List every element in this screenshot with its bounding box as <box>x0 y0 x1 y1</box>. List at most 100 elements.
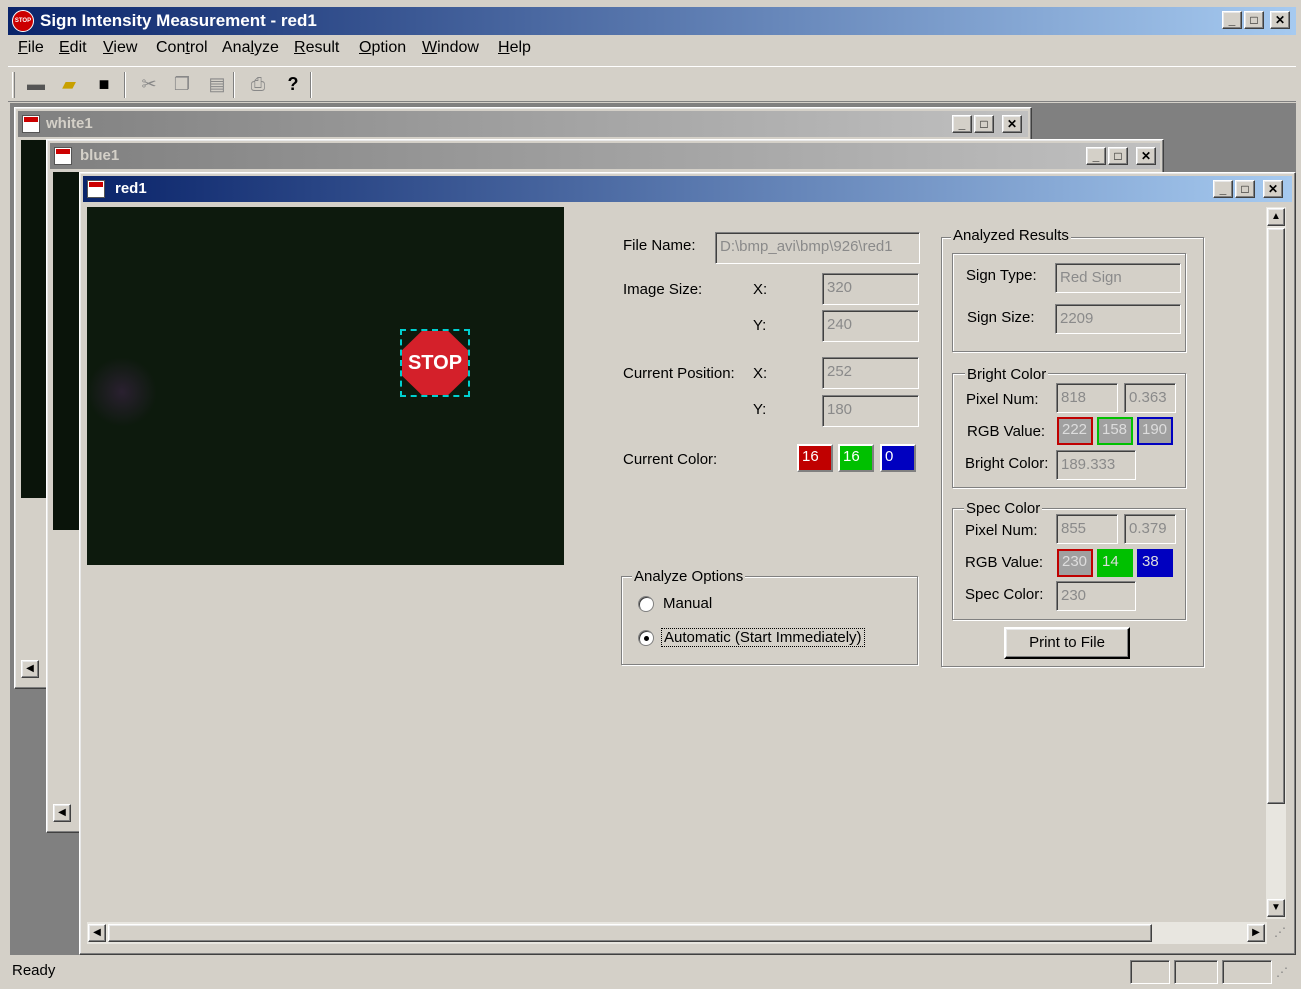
child-title-bar-red1[interactable]: red1 _ □ ✕ <box>83 176 1292 202</box>
menu-file[interactable]: File <box>18 39 44 57</box>
image-size-x-field[interactable]: 320 <box>822 273 919 305</box>
image-size-y-label: Y: <box>753 317 767 334</box>
analyze-options-title: Analyze Options <box>632 568 746 585</box>
help-question-icon[interactable]: ? <box>281 72 305 96</box>
open-folder-icon[interactable]: ▰ <box>57 72 81 96</box>
paste-icon[interactable]: ▤ <box>205 72 229 96</box>
blue1-image-area <box>53 172 79 530</box>
manual-label[interactable]: Manual <box>663 595 712 612</box>
bright-pixel-num-field[interactable]: 818 <box>1056 383 1118 413</box>
print-icon[interactable]: ⎙ <box>246 72 270 96</box>
minimize-button[interactable]: _ <box>1222 11 1242 29</box>
toolbar-separator <box>233 72 235 98</box>
bright-rgb-green: 158 <box>1097 417 1133 445</box>
menu-control[interactable]: Control <box>156 39 208 57</box>
toolbar-separator <box>124 72 126 98</box>
cut-icon[interactable]: ✂ <box>137 72 161 96</box>
menu-help[interactable]: Help <box>498 39 531 57</box>
close-button[interactable]: ✕ <box>1263 180 1283 198</box>
minimize-button[interactable]: _ <box>952 115 972 133</box>
scroll-left-button[interactable]: ◀ <box>21 660 39 678</box>
new-icon[interactable]: ▬ <box>24 72 48 96</box>
copy-icon[interactable]: ❐ <box>170 72 194 96</box>
child-title-red1: red1 <box>115 180 147 197</box>
child-title-white1: white1 <box>46 115 93 132</box>
child-title-bar-white1[interactable]: white1 _ □ ✕ <box>18 111 1028 137</box>
scroll-right-button[interactable]: ▶ <box>1247 924 1265 942</box>
maximize-button[interactable]: □ <box>1244 11 1264 29</box>
spec-rgb-label: RGB Value: <box>965 554 1044 571</box>
sign-size-label: Sign Size: <box>967 309 1035 326</box>
bright-color-value-label: Bright Color: <box>965 455 1049 472</box>
save-icon[interactable]: ■ <box>92 72 116 96</box>
status-pane-2 <box>1174 960 1218 984</box>
minimize-button[interactable]: _ <box>1086 147 1106 165</box>
status-pane-3 <box>1222 960 1272 984</box>
menu-edit[interactable]: Edit <box>59 39 87 57</box>
scroll-left-button[interactable]: ◀ <box>88 924 106 942</box>
sign-size-field[interactable]: 2209 <box>1055 304 1181 334</box>
menu-analyze[interactable]: Analyze <box>222 39 279 57</box>
sign-type-field[interactable]: Red Sign <box>1055 263 1181 293</box>
maximize-button[interactable]: □ <box>1235 180 1255 198</box>
automatic-radio[interactable] <box>638 630 654 646</box>
current-color-red: 16 <box>797 444 833 472</box>
menu-window[interactable]: Window <box>422 39 479 57</box>
maximize-button[interactable]: □ <box>1108 147 1128 165</box>
document-icon <box>54 147 72 165</box>
spec-color-value-field[interactable]: 230 <box>1056 581 1136 611</box>
vertical-scroll-thumb[interactable] <box>1267 228 1285 804</box>
analyze-options-group <box>621 576 918 665</box>
print-to-file-button[interactable]: Print to File <box>1004 627 1130 659</box>
window-title: Sign Intensity Measurement - red1 <box>40 11 317 30</box>
close-button[interactable]: ✕ <box>1136 147 1156 165</box>
bright-color-title: Bright Color <box>965 366 1049 383</box>
bright-rgb-red: 222 <box>1057 417 1093 445</box>
position-y-field[interactable]: 180 <box>822 395 919 427</box>
automatic-label[interactable]: Automatic (Start Immediately) <box>661 628 865 647</box>
child-title-blue1: blue1 <box>80 147 120 164</box>
size-grip-icon[interactable]: ⋰ <box>1268 925 1286 943</box>
sign-type-label: Sign Type: <box>966 267 1037 284</box>
spec-color-title: Spec Color <box>964 500 1043 517</box>
menu-result[interactable]: Result <box>294 39 339 57</box>
analyzed-results-title: Analyzed Results <box>951 227 1071 244</box>
app-logo-icon: STOP <box>12 10 34 32</box>
document-icon <box>87 180 105 198</box>
current-position-label: Current Position: <box>623 365 735 382</box>
manual-radio[interactable] <box>638 596 654 612</box>
image-view[interactable]: STOP <box>87 207 564 565</box>
vertical-scrollbar[interactable]: ▲ ▼ <box>1266 207 1286 919</box>
maximize-button[interactable]: □ <box>974 115 994 133</box>
scroll-left-button[interactable]: ◀ <box>53 804 71 822</box>
size-grip-icon[interactable]: ⋰ <box>1276 965 1294 983</box>
main-title-bar[interactable]: STOP Sign Intensity Measurement - red1 _… <box>8 7 1296 35</box>
bright-ratio-field[interactable]: 0.363 <box>1124 383 1176 413</box>
scroll-down-button[interactable]: ▼ <box>1267 899 1285 917</box>
file-name-label: File Name: <box>623 237 696 254</box>
position-x-field[interactable]: 252 <box>822 357 919 389</box>
status-bar: Ready ⋰ <box>8 957 1296 987</box>
horizontal-scrollbar[interactable]: ◀ ▶ <box>87 922 1267 944</box>
scroll-up-button[interactable]: ▲ <box>1267 208 1285 226</box>
toolbar-grip <box>12 72 15 98</box>
child-window-red1[interactable]: red1 _ □ ✕ STOP File Name: D:\bmp_avi\bm… <box>79 172 1296 955</box>
position-y-label: Y: <box>753 401 767 418</box>
close-button[interactable]: ✕ <box>1002 115 1022 133</box>
image-size-y-field[interactable]: 240 <box>822 310 919 342</box>
file-name-field[interactable]: D:\bmp_avi\bmp\926\red1 <box>715 232 920 264</box>
menu-option[interactable]: Option <box>359 39 406 57</box>
menu-view[interactable]: View <box>103 39 137 57</box>
child-title-bar-blue1[interactable]: blue1 _ □ ✕ <box>50 143 1160 169</box>
spec-rgb-red: 230 <box>1057 549 1093 577</box>
spec-ratio-field[interactable]: 0.379 <box>1124 514 1176 544</box>
bright-color-value-field[interactable]: 189.333 <box>1056 450 1136 480</box>
horizontal-scroll-thumb[interactable] <box>108 924 1152 942</box>
dim-blob <box>87 357 157 427</box>
current-color-green: 16 <box>838 444 874 472</box>
spec-rgb-blue: 38 <box>1137 549 1173 577</box>
close-button[interactable]: ✕ <box>1270 11 1290 29</box>
minimize-button[interactable]: _ <box>1213 180 1233 198</box>
toolbar-separator <box>310 72 312 98</box>
spec-pixel-num-field[interactable]: 855 <box>1056 514 1118 544</box>
